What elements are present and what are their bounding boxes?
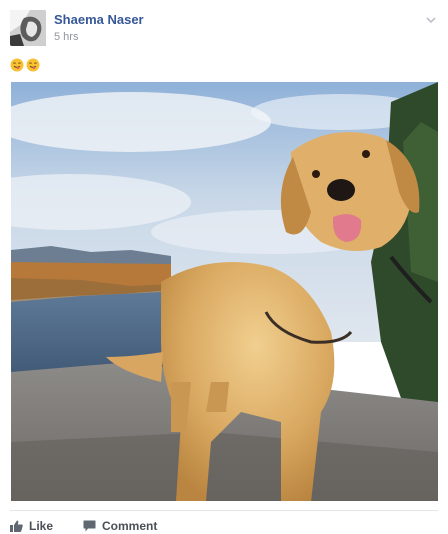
feed-post: Shaema Naser 5 hrs Like Comment [0,0,448,534]
golden-retriever-photo [11,82,438,501]
post-actions: Like Comment [10,516,157,534]
like-button[interactable]: Like [10,519,53,533]
comment-button[interactable]: Comment [83,519,157,533]
post-author-name[interactable]: Shaema Naser [54,12,144,27]
comment-label: Comment [102,519,158,533]
post-timestamp[interactable]: 5 hrs [54,31,78,43]
avatar-photo [10,10,46,46]
thumbs-up-icon [10,520,23,532]
post-header: Shaema Naser 5 hrs [10,10,440,46]
smiling-face-with-tongue-icon [26,58,40,72]
avatar[interactable] [10,10,46,46]
post-text [10,58,40,74]
actions-divider [10,510,438,511]
smiling-face-with-tongue-icon [10,58,24,72]
post-photo[interactable] [11,82,438,501]
like-label: Like [29,519,54,533]
post-options-chevron-icon[interactable] [424,12,438,24]
comment-bubble-icon [83,520,96,532]
